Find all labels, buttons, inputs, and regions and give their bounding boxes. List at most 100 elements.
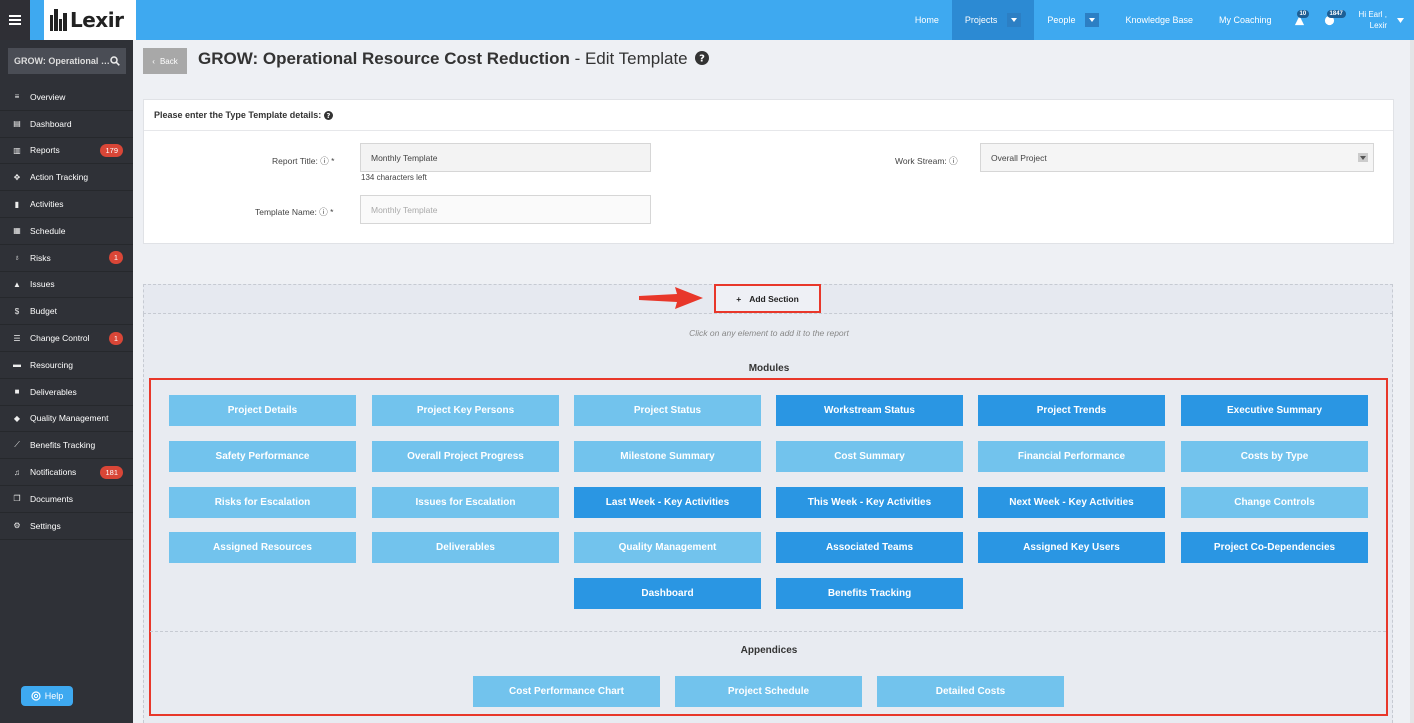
- info-icon: ⓘ: [320, 156, 329, 166]
- sidebar-item-documents[interactable]: ❐ Documents: [0, 486, 133, 513]
- module-issues-for-escalation[interactable]: Issues for Escalation: [372, 487, 559, 518]
- search-icon[interactable]: [110, 56, 120, 66]
- sidebar-item-quality-management[interactable]: ◆ Quality Management: [0, 406, 133, 433]
- work-stream-value: Overall Project: [991, 152, 1047, 163]
- reports-count-badge: 179: [100, 143, 123, 157]
- bar-chart-icon: ▥: [13, 145, 21, 155]
- help-button[interactable]: Help: [21, 686, 73, 706]
- nav-my-coaching[interactable]: My Coaching: [1206, 0, 1285, 40]
- main-nav: Home Projects People Knowledge Base My C…: [902, 0, 1414, 40]
- svg-text:?: ?: [699, 54, 705, 65]
- sidebar-item-benefits-tracking[interactable]: ⟋ Benefits Tracking: [0, 432, 133, 460]
- folder-icon: ▬: [13, 360, 21, 370]
- sidebar-item-budget[interactable]: $ Budget: [0, 298, 133, 326]
- add-section-button[interactable]: + Add Section: [714, 284, 821, 313]
- report-title-input[interactable]: Monthly Template: [360, 143, 651, 172]
- sidebar-item-change-control[interactable]: ☰ Change Control 1: [0, 325, 133, 352]
- sidebar-item-label: Overview: [30, 91, 66, 102]
- module-costs-by-type[interactable]: Costs by Type: [1181, 441, 1368, 472]
- module-executive-summary[interactable]: Executive Summary: [1181, 395, 1368, 426]
- appendices-divider: [150, 631, 1386, 632]
- copy-icon: ❐: [13, 494, 21, 504]
- sidebar-menu: ≡ Overview ▤ Dashboard ▥ Reports 179 ✥ Action…: [0, 84, 133, 540]
- required-mark: *: [331, 156, 335, 166]
- module-workstream-status[interactable]: Workstream Status: [776, 395, 963, 426]
- question-circle-icon[interactable]: ?: [695, 51, 710, 65]
- help-label: Help: [44, 691, 64, 701]
- module-financial-performance[interactable]: Financial Performance: [978, 441, 1165, 472]
- sidebar-item-label: Documents: [30, 493, 73, 504]
- module-overall-project-progress[interactable]: Overall Project Progress: [372, 441, 559, 472]
- module-milestone-summary[interactable]: Milestone Summary: [574, 441, 761, 472]
- appendix-project-schedule[interactable]: Project Schedule: [675, 676, 862, 707]
- project-search[interactable]: GROW: Operational Resource Cost Reductio…: [8, 48, 126, 74]
- report-title-label: Report Title: ⓘ *: [272, 155, 334, 167]
- module-project-key-persons[interactable]: Project Key Persons: [372, 395, 559, 426]
- sidebar-item-action-tracking[interactable]: ✥ Action Tracking: [0, 164, 133, 192]
- bell-icon: ♫: [14, 467, 20, 477]
- template-name-input[interactable]: Monthly Template: [360, 195, 651, 224]
- nav-people[interactable]: People: [1034, 0, 1112, 40]
- logo-text: Lexir: [70, 8, 124, 32]
- module-project-details[interactable]: Project Details: [169, 395, 356, 426]
- line-chart-icon: ⟋: [14, 440, 20, 450]
- sidebar-item-risks[interactable]: ♁ Risks 1: [0, 245, 133, 272]
- module-deliverables[interactable]: Deliverables: [372, 532, 559, 563]
- alerts-icon[interactable]: 10: [1285, 0, 1315, 40]
- sidebar-item-label: Budget: [30, 306, 57, 317]
- sidebar-item-label: Reports: [30, 145, 60, 156]
- add-section-label: Add Section: [749, 293, 799, 304]
- chevron-down-icon: [1358, 153, 1368, 162]
- sidebar-item-label: Action Tracking: [30, 172, 89, 183]
- page-title-project: GROW: Operational Resource Cost Reductio…: [198, 49, 570, 68]
- user-menu[interactable]: Hi Earl , Lexir: [1345, 9, 1414, 31]
- sidebar-item-dashboard[interactable]: ▤ Dashboard: [0, 111, 133, 138]
- sidebar-item-deliverables[interactable]: ■ Deliverables: [0, 379, 133, 406]
- user-menu-chevron-icon: [1397, 17, 1404, 23]
- question-circle-icon[interactable]: ?: [324, 110, 334, 120]
- module-project-co-dependencies[interactable]: Project Co-Dependencies: [1181, 532, 1368, 563]
- module-benefits-tracking[interactable]: Benefits Tracking: [776, 578, 963, 609]
- module-associated-teams[interactable]: Associated Teams: [776, 532, 963, 563]
- sidebar-item-settings[interactable]: ⚙ Settings: [0, 513, 133, 540]
- sidebar-item-reports[interactable]: ▥ Reports 179: [0, 138, 133, 165]
- module-this-week-key-activities[interactable]: This Week - Key Activities: [776, 487, 963, 518]
- nav-home[interactable]: Home: [902, 0, 952, 40]
- module-risks-for-escalation[interactable]: Risks for Escalation: [169, 487, 356, 518]
- module-assigned-resources[interactable]: Assigned Resources: [169, 532, 356, 563]
- tag-icon: ◆: [13, 413, 21, 423]
- sidebar-item-issues[interactable]: ▲ Issues: [0, 272, 133, 299]
- appendix-detailed-costs[interactable]: Detailed Costs: [877, 676, 1064, 707]
- projects-dropdown-icon[interactable]: [1007, 13, 1022, 27]
- nav-knowledge-base[interactable]: Knowledge Base: [1112, 0, 1206, 40]
- module-assigned-key-users[interactable]: Assigned Key Users: [978, 532, 1165, 563]
- sidebar-item-schedule[interactable]: ▦ Schedule: [0, 218, 133, 245]
- module-project-status[interactable]: Project Status: [574, 395, 761, 426]
- module-cost-summary[interactable]: Cost Summary: [776, 441, 963, 472]
- app-logo[interactable]: Lexir: [44, 0, 136, 40]
- appendix-cost-performance-chart[interactable]: Cost Performance Chart: [473, 676, 660, 707]
- chevron-left-icon: ‹: [152, 56, 155, 66]
- module-safety-performance[interactable]: Safety Performance: [169, 441, 356, 472]
- work-stream-select[interactable]: Overall Project: [980, 143, 1374, 172]
- sidebar-item-activities[interactable]: ▮ Activities: [0, 191, 133, 218]
- module-last-week-key-activities[interactable]: Last Week - Key Activities: [574, 487, 761, 518]
- nav-projects[interactable]: Projects: [951, 0, 1035, 40]
- help-icon: [31, 691, 41, 701]
- sidebar-item-overview[interactable]: ≡ Overview: [0, 84, 133, 111]
- menu-toggle-icon[interactable]: [0, 0, 30, 40]
- module-dashboard[interactable]: Dashboard: [574, 578, 761, 609]
- module-change-controls[interactable]: Change Controls: [1181, 487, 1368, 518]
- page-scrollbar[interactable]: [1410, 40, 1414, 723]
- modules-title: Modules: [748, 363, 790, 374]
- people-dropdown-icon[interactable]: [1085, 13, 1100, 27]
- module-quality-management[interactable]: Quality Management: [574, 532, 761, 563]
- messages-icon[interactable]: 1847: [1315, 0, 1346, 40]
- sidebar-item-notifications[interactable]: ♫ Notifications 181: [0, 459, 133, 486]
- module-next-week-key-activities[interactable]: Next Week - Key Activities: [978, 487, 1165, 518]
- panel-heading: Please enter the Type Template details: …: [144, 100, 1393, 131]
- sidebar-item-resourcing[interactable]: ▬ Resourcing: [0, 352, 133, 379]
- truck-icon: ■: [14, 387, 20, 397]
- module-project-trends[interactable]: Project Trends: [978, 395, 1165, 426]
- back-button[interactable]: ‹ Back: [143, 48, 187, 74]
